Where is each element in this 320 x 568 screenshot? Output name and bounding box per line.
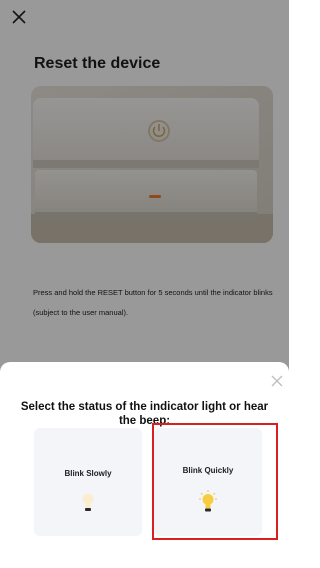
bulb-dim-icon	[79, 490, 97, 516]
selection-highlight	[152, 423, 278, 540]
option-label: Blink Slowly	[64, 469, 112, 478]
close-icon[interactable]	[270, 374, 284, 388]
blink-slowly-option[interactable]: Blink Slowly	[34, 428, 142, 536]
